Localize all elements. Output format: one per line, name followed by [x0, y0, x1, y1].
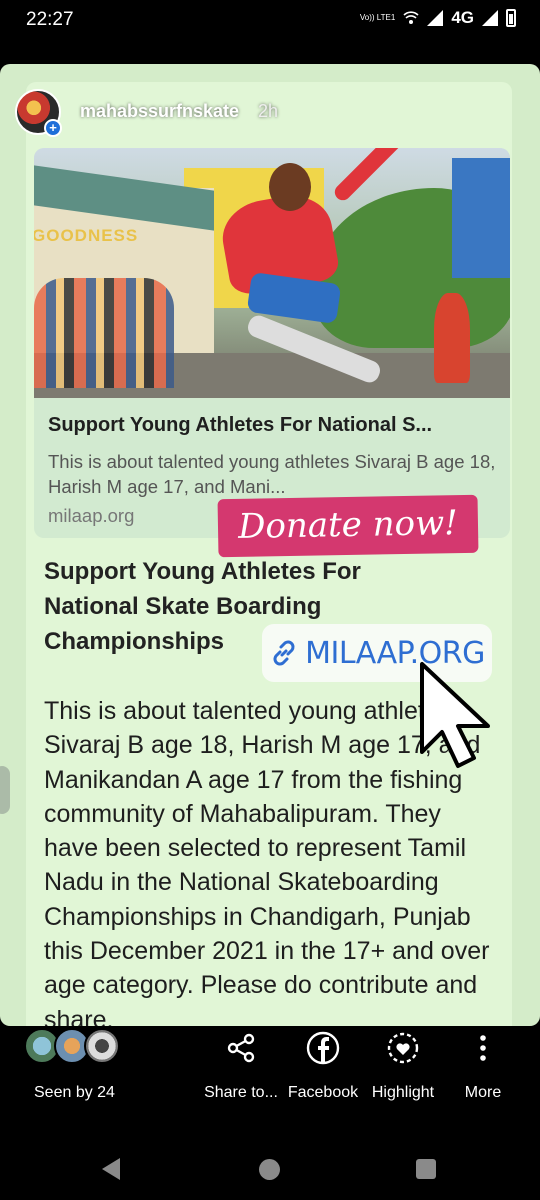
- home-nav-icon[interactable]: [259, 1159, 280, 1180]
- donate-now-sticker[interactable]: Donate now!: [217, 494, 479, 558]
- story-username[interactable]: mahabssurfnskate: [80, 101, 239, 122]
- skateboarder-photo: GOODNESS: [34, 148, 510, 398]
- recents-nav-icon[interactable]: [416, 1159, 436, 1179]
- more-label: More: [464, 1084, 502, 1101]
- previous-story-handle[interactable]: [0, 766, 10, 814]
- signal-icon-2: [482, 10, 498, 26]
- story-card[interactable]: GOODNESS Support Young Athletes For Nati…: [0, 64, 540, 1026]
- pointer-cursor-icon: [420, 662, 490, 768]
- facebook-icon: [306, 1031, 340, 1065]
- highlight-icon: [387, 1032, 419, 1064]
- more-button[interactable]: More: [435, 1030, 531, 1102]
- volte-indicator: Vo)) LTE1: [359, 13, 396, 22]
- share-icon: [227, 1033, 255, 1063]
- link-preview-description: This is about talented young athletes Si…: [48, 451, 496, 497]
- status-time: 22:27: [26, 9, 74, 30]
- link-icon: [273, 640, 295, 666]
- shop-sign-graphic: GOODNESS: [34, 226, 139, 245]
- status-icons: Vo)) LTE1 4G: [360, 8, 516, 28]
- network-type: 4G: [451, 8, 474, 27]
- add-story-icon[interactable]: +: [44, 119, 62, 137]
- viewer-avatar: [84, 1028, 120, 1064]
- back-nav-icon[interactable]: [102, 1158, 120, 1180]
- signal-icon: [427, 10, 444, 26]
- viewer-avatars[interactable]: [24, 1028, 124, 1066]
- seen-by-count[interactable]: Seen by 24: [34, 1084, 115, 1102]
- more-vertical-icon: [480, 1035, 486, 1061]
- wifi-calling-icon: [403, 11, 419, 24]
- story-time: 2h: [258, 101, 279, 121]
- link-preview-card[interactable]: GOODNESS Support Young Athletes For Nati…: [34, 148, 510, 538]
- status-bar: 22:27 Vo)) LTE1 4G: [0, 0, 540, 40]
- link-preview-domain: milaap.org: [48, 505, 135, 526]
- battery-icon: [506, 9, 516, 27]
- link-preview-title: Support Young Athletes For National S...: [48, 414, 433, 436]
